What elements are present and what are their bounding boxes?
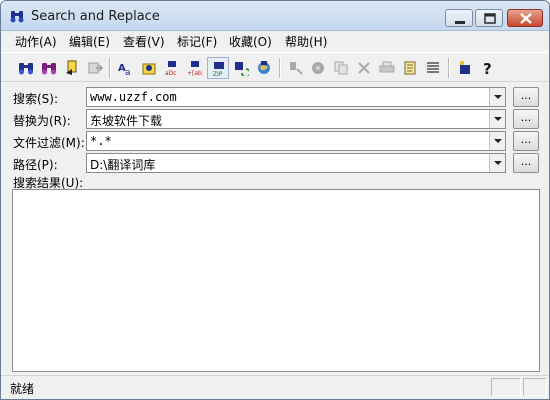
replace-label: 替换为(R):: [13, 114, 71, 128]
copy-icon: [334, 61, 348, 75]
find-text-button[interactable]: A a: [115, 57, 137, 79]
status-bar: 就绪: [1, 375, 549, 399]
toolbar-separator: [109, 58, 111, 78]
window-title: Search and Replace: [31, 9, 160, 24]
find-folder-icon: [142, 63, 156, 75]
title-bar[interactable]: Search and Replace: [1, 1, 549, 31]
chevron-down-icon: [494, 161, 502, 165]
binoculars-icon: [9, 8, 25, 24]
move-icon: [88, 62, 103, 74]
svg-text:aDc: aDc: [165, 70, 177, 76]
search-icon: [19, 63, 33, 75]
svg-text:a: a: [125, 68, 131, 76]
menu-favorites[interactable]: 收藏(O): [229, 33, 272, 50]
chevron-down-icon: [494, 117, 502, 121]
path-combo[interactable]: D:\翻译词库: [86, 153, 506, 173]
svg-text:ZIP: ZIP: [213, 71, 223, 77]
menu-action[interactable]: 动作(A): [15, 33, 57, 50]
disk-icon: [312, 62, 324, 74]
menu-bar: 动作(A) 编辑(E) 查看(V) 标记(F) 收藏(O) 帮助(H): [1, 31, 549, 51]
filter-browse-button[interactable]: ...: [513, 131, 539, 151]
minimize-button[interactable]: [445, 9, 473, 27]
close-button[interactable]: [507, 9, 543, 27]
resize-grip[interactable]: [523, 378, 547, 396]
move-button[interactable]: [84, 57, 106, 79]
list-button[interactable]: [422, 57, 444, 79]
toolbar-separator: [279, 58, 281, 78]
filter-button[interactable]: [285, 57, 307, 79]
menu-mark[interactable]: 标记(F): [177, 33, 217, 50]
search-value: www.uzzf.com: [90, 90, 177, 104]
replace-abc-icon: aDc: [165, 61, 177, 76]
delete-icon: [358, 62, 370, 74]
svg-text:+[ab]: +[ab]: [187, 70, 203, 76]
replace-ab-button[interactable]: +[ab]: [184, 57, 206, 79]
menu-edit[interactable]: 编辑(E): [69, 33, 110, 50]
zip-search-icon: ZIP: [213, 62, 224, 77]
status-text: 就绪: [10, 382, 35, 396]
path-label: 路径(P):: [13, 158, 58, 172]
filter-icon: [290, 62, 303, 75]
filter-value: *.*: [90, 134, 112, 148]
status-pane: [491, 378, 521, 396]
script-button[interactable]: [399, 57, 421, 79]
replace-browse-button[interactable]: ...: [513, 109, 539, 129]
globe-search-button[interactable]: [253, 57, 275, 79]
path-value: D:\翻译词库: [90, 158, 156, 172]
search-label: 搜索(S):: [13, 92, 59, 106]
replace-ab-icon: +[ab]: [187, 61, 203, 76]
replace-value: 东坡软件下载: [90, 114, 163, 128]
replace-abc-button[interactable]: aDc: [161, 57, 183, 79]
globe-search-icon: [258, 61, 270, 74]
filter-dropdown-button[interactable]: [489, 132, 505, 150]
replace-combo[interactable]: 东坡软件下载: [86, 109, 506, 129]
about-button[interactable]: [454, 57, 476, 79]
print-icon: [379, 61, 395, 73]
replace-file-button[interactable]: [61, 57, 83, 79]
toolbar: A a aDc +[ab] ZIP ?: [1, 52, 549, 82]
maximize-icon: [484, 13, 496, 24]
search-all-button[interactable]: [38, 57, 60, 79]
search-all-icon: [42, 63, 56, 75]
chevron-down-icon: [494, 95, 502, 99]
minimize-icon: [455, 21, 465, 24]
refresh-search-icon: [235, 62, 249, 76]
path-browse-button[interactable]: ...: [513, 153, 539, 173]
filter-label: 文件过滤(M):: [13, 136, 85, 150]
app-window: Search and Replace 动作(A) 编辑(E) 查看(V) 标记(…: [0, 0, 550, 400]
find-text-icon: A a: [118, 63, 131, 76]
script-icon: [404, 61, 416, 75]
list-icon: [427, 62, 439, 73]
maximize-button[interactable]: [475, 9, 503, 27]
about-icon: [460, 61, 470, 74]
svg-text:?: ?: [483, 60, 492, 76]
find-folder-button[interactable]: [138, 57, 160, 79]
disk-button[interactable]: [307, 57, 329, 79]
replace-file-icon: [66, 60, 77, 75]
search-button[interactable]: [15, 57, 37, 79]
refresh-search-button[interactable]: [230, 57, 252, 79]
chevron-down-icon: [494, 139, 502, 143]
close-icon: [520, 13, 532, 24]
replace-dropdown-button[interactable]: [489, 110, 505, 128]
zip-search-button[interactable]: ZIP: [207, 57, 229, 79]
search-combo[interactable]: www.uzzf.com: [86, 87, 506, 107]
menu-view[interactable]: 查看(V): [123, 33, 165, 50]
help-button[interactable]: ?: [477, 57, 499, 79]
menu-help[interactable]: 帮助(H): [285, 33, 327, 50]
search-browse-button[interactable]: ...: [513, 87, 539, 107]
delete-button[interactable]: [353, 57, 375, 79]
help-icon: ?: [483, 60, 492, 76]
filter-combo[interactable]: *.*: [86, 131, 506, 151]
search-dropdown-button[interactable]: [489, 88, 505, 106]
path-dropdown-button[interactable]: [489, 154, 505, 172]
copy-button[interactable]: [330, 57, 352, 79]
print-button[interactable]: [376, 57, 398, 79]
results-list[interactable]: [12, 189, 540, 372]
toolbar-separator: [448, 58, 450, 78]
